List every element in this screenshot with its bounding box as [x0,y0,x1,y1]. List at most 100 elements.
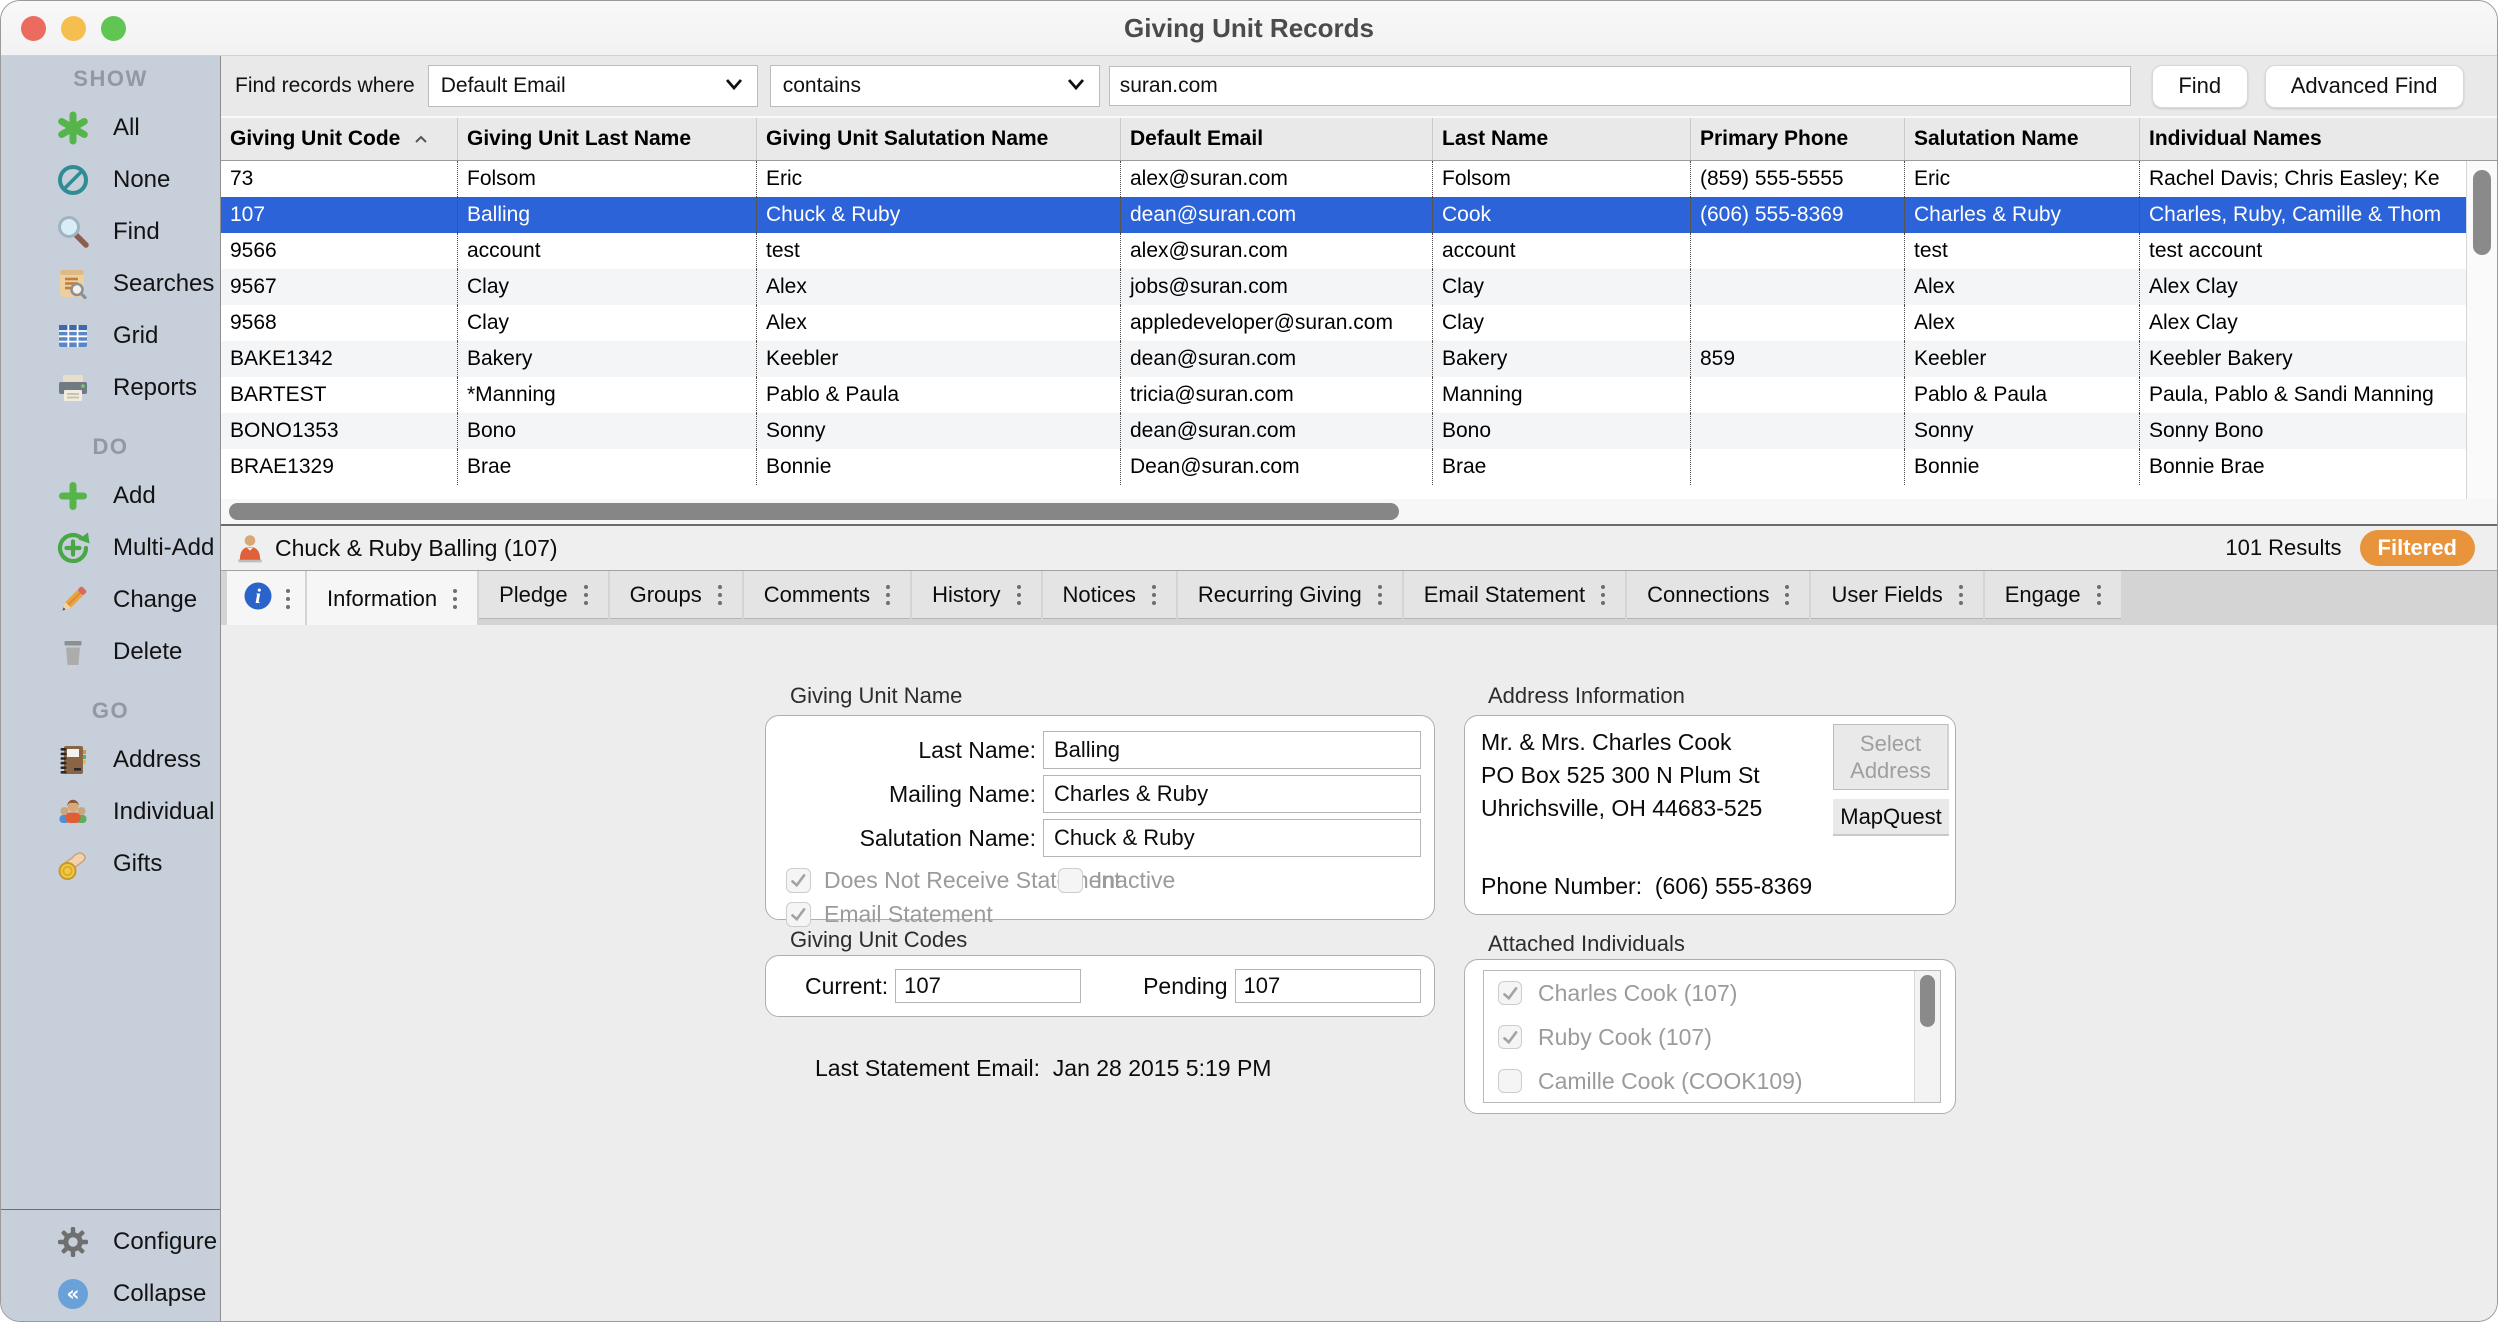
table-row[interactable]: 9567ClayAlexjobs@suran.comClayAlexAlex C… [221,269,2466,305]
tab-groups[interactable]: Groups [610,571,742,619]
tab-recurring-giving[interactable]: Recurring Giving [1178,571,1402,619]
sidebar-item-all[interactable]: All [1,102,220,154]
tab-notices[interactable]: Notices [1043,571,1176,619]
sidebar-item-find[interactable]: Find [1,206,220,258]
tab-options-icon[interactable] [1601,585,1605,605]
sidebar-item-multi-add[interactable]: Multi-Add [1,522,220,574]
operator-select[interactable]: contains [770,65,1100,107]
checkbox-inactive[interactable] [1058,868,1083,893]
tab-options-icon[interactable] [453,589,457,609]
table-cell: Charles, Ruby, Camille & Thom [2140,197,2466,233]
table-row[interactable]: 107BallingChuck & Rubydean@suran.comCook… [221,197,2466,233]
pending-code-input[interactable] [1235,969,1421,1003]
table-cell: Rachel Davis; Chris Easley; Ke [2140,161,2466,197]
sidebar-item-configure[interactable]: Configure [1,1216,220,1268]
minimize-window-button[interactable] [61,16,86,41]
tab-options-icon[interactable] [286,589,290,609]
column-header-primary-phone[interactable]: Primary Phone [1691,118,1905,160]
sidebar-item-collapse[interactable]: «Collapse [1,1268,220,1320]
tab-options-icon[interactable] [2097,585,2101,605]
table-row[interactable]: BAKE1342BakeryKeeblerdean@suran.comBaker… [221,341,2466,377]
sidebar-item-gifts[interactable]: Gifts [1,838,220,890]
current-code-input[interactable] [895,969,1081,1003]
attached-list-scrollbar-thumb[interactable] [1920,975,1935,1027]
checkbox-row: Does Not Receive StatementInactive [786,863,1434,897]
attached-individual-item[interactable]: Ruby Cook (107) [1484,1015,1940,1059]
close-window-button[interactable] [21,16,46,41]
tab-options-icon[interactable] [1785,585,1789,605]
sidebar-item-label: Delete [113,638,182,666]
sidebar-item-address[interactable]: Address [1,734,220,786]
tab-options-icon[interactable] [584,585,588,605]
tab-options-icon[interactable] [1378,585,1382,605]
horizontal-scrollbar-thumb[interactable] [229,503,1399,520]
column-header-last-name[interactable]: Last Name [1433,118,1691,160]
tab-options-icon[interactable] [1959,585,1963,605]
table-cell: Alex [757,269,1121,305]
sidebar-item-change[interactable]: Change [1,574,220,626]
tab-comments[interactable]: Comments [744,571,910,619]
table-row[interactable]: 9566accounttestalex@suran.comaccounttest… [221,233,2466,269]
vertical-scrollbar[interactable] [2466,161,2497,499]
select-address-button[interactable]: SelectAddress [1833,724,1949,790]
table-row[interactable]: 9568ClayAlexappledeveloper@suran.comClay… [221,305,2466,341]
salutation-name-input[interactable] [1043,819,1421,857]
attached-individual-item[interactable]: Camille Cook (COOK109) [1484,1059,1940,1103]
vertical-scrollbar-thumb[interactable] [2473,170,2491,255]
table-row[interactable]: 73FolsomEricalex@suran.comFolsom(859) 55… [221,161,2466,197]
tab-options-icon[interactable] [718,585,722,605]
checkbox-camille-cook-cook109[interactable] [1498,1069,1522,1093]
mailing-name-input[interactable] [1043,775,1421,813]
tab-pledge[interactable]: Pledge [479,571,608,619]
column-header-individual-names[interactable]: Individual Names [2140,118,2497,160]
sidebar-item-none[interactable]: None [1,154,220,206]
tab-options-icon[interactable] [1152,585,1156,605]
search-query-input[interactable] [1109,66,2131,106]
zoom-window-button[interactable] [101,16,126,41]
results-count: 101 Results [2225,535,2341,561]
tab-label: User Fields [1831,582,1942,608]
field-select[interactable]: Default Email [428,65,758,107]
column-header-giving-unit-salutation-name[interactable]: Giving Unit Salutation Name [757,118,1121,160]
tab-engage[interactable]: Engage [1985,571,2121,619]
mapquest-button[interactable]: MapQuest [1833,799,1949,836]
tab-user-fields[interactable]: User Fields [1811,571,1982,619]
table-row[interactable]: BONO1353BonoSonnydean@suran.comBonoSonny… [221,413,2466,449]
sidebar-item-add[interactable]: Add [1,470,220,522]
advanced-find-button[interactable]: Advanced Find [2265,65,2464,108]
table-cell: Paula, Pablo & Sandi Manning [2140,377,2466,413]
sidebar-item-grid[interactable]: Grid [1,310,220,362]
tab-label: Comments [764,582,870,608]
grid-icon [55,318,91,354]
table-cell: Alex [1905,305,2140,341]
tab-information[interactable]: Information [307,571,477,625]
sidebar-item-delete[interactable]: Delete [1,626,220,678]
last-name-input[interactable] [1043,731,1421,769]
table-row[interactable]: BRAE1329BraeBonnieDean@suran.comBraeBonn… [221,449,2466,485]
tab-history[interactable]: History [912,571,1040,619]
checkbox-does-not-receive-statement[interactable] [786,868,811,893]
table-row[interactable]: BARTEST*ManningPablo & Paulatricia@suran… [221,377,2466,413]
tab-email-statement[interactable]: Email Statement [1404,571,1625,619]
window-controls [21,1,126,55]
find-button[interactable]: Find [2152,65,2248,108]
table-cell: Brae [1433,449,1691,485]
checkbox-email-statement[interactable] [786,902,811,927]
tab-info[interactable]: i [227,571,305,625]
attached-list-scrollbar[interactable] [1914,971,1940,1102]
tab-options-icon[interactable] [886,585,890,605]
column-header-default-email[interactable]: Default Email [1121,118,1433,160]
horizontal-scrollbar[interactable] [221,499,2497,524]
app-window: Giving Unit Records SHOWAllNoneFindSearc… [0,0,2498,1322]
sidebar-item-searches[interactable]: Searches [1,258,220,310]
sidebar-item-reports[interactable]: Reports [1,362,220,414]
column-header-giving-unit-code[interactable]: Giving Unit Code [221,118,458,160]
sidebar-item-individual[interactable]: Individual [1,786,220,838]
checkbox-ruby-cook-107[interactable] [1498,1025,1522,1049]
tab-connections[interactable]: Connections [1627,571,1809,619]
attached-individual-item[interactable]: Charles Cook (107) [1484,971,1940,1015]
tab-options-icon[interactable] [1017,585,1021,605]
checkbox-charles-cook-107[interactable] [1498,981,1522,1005]
column-header-salutation-name[interactable]: Salutation Name [1905,118,2140,160]
column-header-giving-unit-last-name[interactable]: Giving Unit Last Name [458,118,757,160]
